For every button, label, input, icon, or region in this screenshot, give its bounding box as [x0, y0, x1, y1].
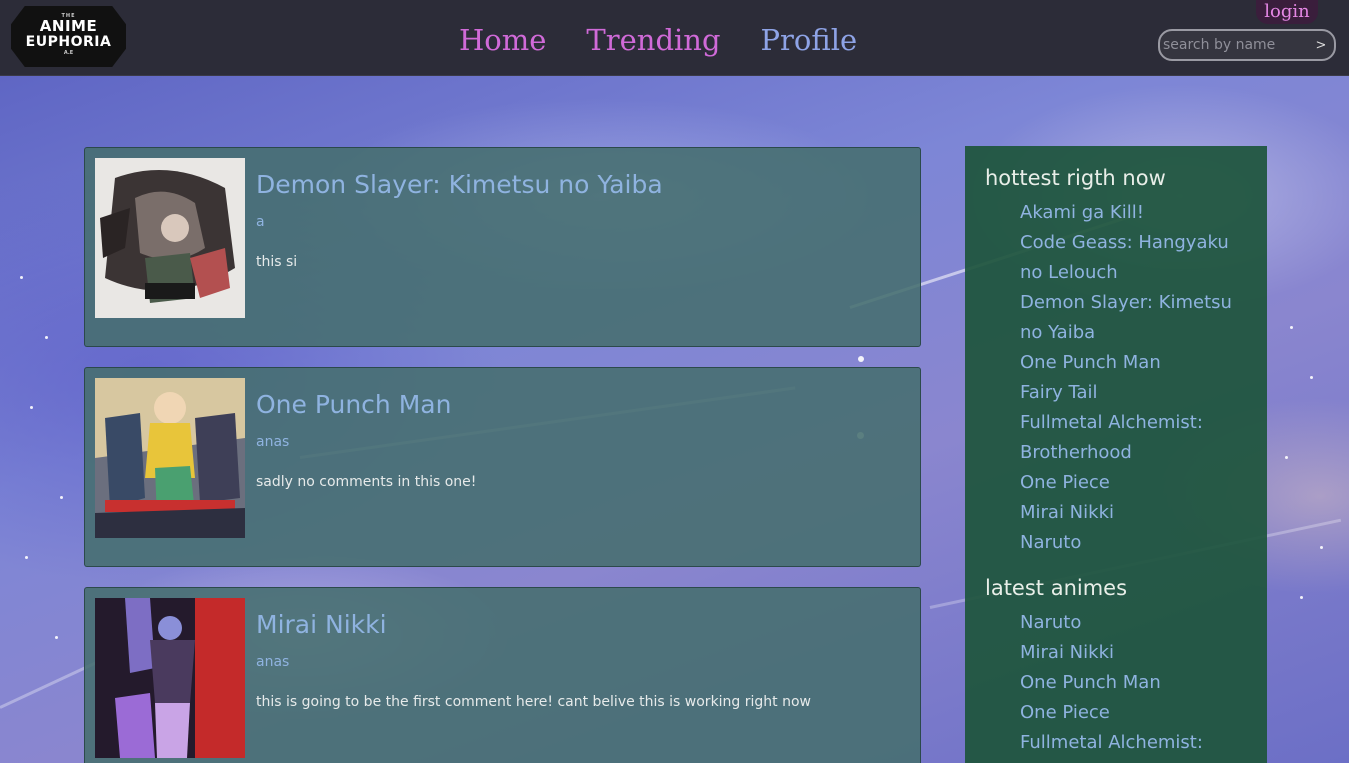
hottest-list-item[interactable]: One Punch Man [1020, 348, 1247, 378]
post-title[interactable]: Demon Slayer: Kimetsu no Yaiba [256, 170, 663, 199]
top-navbar: THE ANIME EUPHORIA A.E Home Trending Pro… [0, 0, 1349, 76]
logo-line-1: ANIME [39, 17, 98, 35]
latest-list-item[interactable]: Naruto [1020, 608, 1247, 638]
hottest-list-item[interactable]: Brotherhood [1020, 438, 1247, 468]
post-author[interactable]: a [256, 214, 265, 230]
post-card[interactable]: Mirai Nikki anas this is going to be the… [84, 587, 921, 763]
anime-poster-image[interactable] [95, 378, 245, 538]
search-submit-button[interactable]: > [1310, 38, 1332, 53]
latest-list: Naruto Mirai Nikki One Punch Man One Pie… [985, 608, 1247, 758]
post-author[interactable]: anas [256, 434, 289, 450]
post-title[interactable]: Mirai Nikki [256, 610, 387, 639]
latest-list-item[interactable]: Mirai Nikki [1020, 638, 1247, 668]
hottest-list-item[interactable]: Demon Slayer: Kimetsu [1020, 288, 1247, 318]
hottest-list-item[interactable]: Naruto [1020, 528, 1247, 558]
latest-list-item[interactable]: Fullmetal Alchemist: [1020, 728, 1247, 758]
main-nav: Home Trending Profile [459, 20, 857, 60]
logo-line-2: EUPHORIA [25, 34, 112, 50]
anime-poster-image[interactable] [95, 158, 245, 318]
hottest-list-item[interactable]: Code Geass: Hangyaku [1020, 228, 1247, 258]
post-card[interactable]: One Punch Man anas sadly no comments in … [84, 367, 921, 567]
post-comment: this si [256, 254, 298, 270]
hottest-list-item[interactable]: no Yaiba [1020, 318, 1247, 348]
anime-poster-image[interactable] [95, 598, 245, 758]
hottest-list-item[interactable]: no Lelouch [1020, 258, 1247, 288]
search-bar: > [1158, 29, 1336, 61]
latest-heading: latest animes [985, 576, 1128, 600]
search-input[interactable] [1160, 37, 1310, 53]
hottest-list-item[interactable]: Mirai Nikki [1020, 498, 1247, 528]
latest-list-item[interactable]: One Punch Man [1020, 668, 1247, 698]
login-button[interactable]: login [1256, 0, 1318, 24]
hottest-heading: hottest rigth now [985, 166, 1166, 190]
nav-trending-link[interactable]: Trending [586, 20, 720, 60]
post-title[interactable]: One Punch Man [256, 390, 451, 419]
hottest-list-item[interactable]: Fullmetal Alchemist: [1020, 408, 1247, 438]
sidebar-panel: hottest rigth now Akami ga Kill! Code Ge… [965, 146, 1267, 763]
hottest-list: Akami ga Kill! Code Geass: Hangyaku no L… [985, 198, 1247, 558]
logo-bottom-text: A.E [63, 50, 74, 56]
post-card[interactable]: Demon Slayer: Kimetsu no Yaiba a this si [84, 147, 921, 347]
hottest-list-item[interactable]: Fairy Tail [1020, 378, 1247, 408]
latest-list-item[interactable]: One Piece [1020, 698, 1247, 728]
nav-profile-link[interactable]: Profile [761, 20, 858, 60]
site-logo[interactable]: THE ANIME EUPHORIA A.E [11, 6, 126, 67]
nav-home-link[interactable]: Home [459, 20, 546, 60]
hottest-list-item[interactable]: Akami ga Kill! [1020, 198, 1247, 228]
post-comment: sadly no comments in this one! [256, 474, 477, 490]
post-author[interactable]: anas [256, 654, 289, 670]
post-comment: this is going to be the first comment he… [256, 694, 812, 710]
hottest-list-item[interactable]: One Piece [1020, 468, 1247, 498]
